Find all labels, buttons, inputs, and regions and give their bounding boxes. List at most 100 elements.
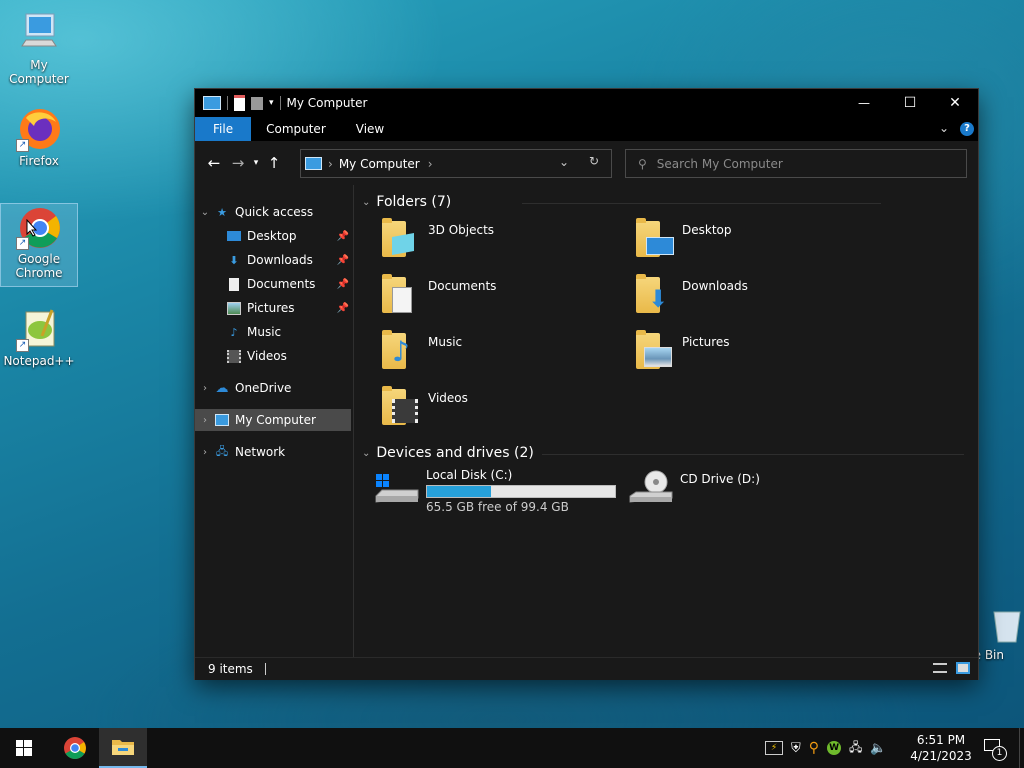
back-button[interactable]: ← [202,154,226,172]
pin-icon[interactable]: 📌 [337,303,349,314]
nav-videos[interactable]: Videos [195,345,351,367]
minimize-icon: — [858,96,870,110]
nav-desktop[interactable]: Desktop 📌 [195,225,351,247]
expand-chevron-icon[interactable]: › [195,383,215,394]
folder-videos-icon [378,385,422,429]
desktop-icon-notepad-plus-plus[interactable]: ↗ Notepad++ [1,306,77,368]
group-header-label: Devices and drives (2) [376,445,534,461]
expand-ribbon-chevron-icon[interactable]: ⌄ [939,121,949,135]
tray-app-w-icon[interactable]: W [827,741,842,755]
nav-item-label: Desktop [247,229,297,243]
nav-documents[interactable]: Documents 📌 [195,273,351,295]
maximize-icon: ☐ [903,95,917,111]
help-button[interactable]: ? [960,122,974,136]
tray-search-icon[interactable]: ⚲ [809,740,819,756]
folder-desktop[interactable]: Desktop [632,217,872,267]
nav-item-label: Pictures [247,301,295,315]
folder-name: Downloads [682,279,748,293]
tab-file[interactable]: File [195,117,252,141]
navigation-bar: ← → ▾ ↑ › My Computer › ⌄ ↻ ⚲ Search My … [195,141,978,185]
nav-item-label: My Computer [235,413,316,427]
address-bar[interactable]: › My Computer › ⌄ ↻ [300,149,612,178]
shortcut-arrow-icon: ↗ [16,339,29,352]
details-view-icon[interactable] [933,663,947,673]
nav-quick-access[interactable]: ⌄ ★ Quick access [195,201,351,223]
recent-locations-chevron-icon[interactable]: ▾ [250,158,262,168]
taskbar-file-explorer-button[interactable] [99,728,147,768]
toolbar-separator [279,96,281,110]
tab-computer[interactable]: Computer [251,117,341,141]
folder-videos[interactable]: Videos [378,385,618,435]
title-bar[interactable]: ▾ My Computer — ☐ ✕ [195,89,978,117]
computer-icon [16,10,62,56]
taskbar: ⚡ ⛨ ⚲ W 🖧 🔈 6:51 PM 4/21/2023 1 [0,728,1024,768]
pin-icon[interactable]: 📌 [337,255,349,266]
folder-3d-objects[interactable]: 3D Objects [378,217,618,267]
folder-pictures-icon [632,329,676,373]
action-center-button[interactable]: 1 [982,736,1008,761]
nav-item-label: Downloads [247,253,313,267]
up-button[interactable]: ↑ [262,154,286,172]
system-tray: ⚡ ⛨ ⚲ W 🖧 🔈 [765,728,887,768]
tray-security-shield-icon[interactable]: ⛨ [791,741,801,756]
group-header-folders[interactable]: ⌄ Folders (7) [362,194,882,210]
nav-my-computer[interactable]: › My Computer [195,409,351,431]
taskbar-chrome-button[interactable] [51,728,99,768]
content-pane: ⌄ Folders (7) 3D Objects Desktop Documen… [354,185,978,657]
tab-view[interactable]: View [341,117,399,141]
search-input[interactable]: Search My Computer [657,157,783,171]
expand-chevron-icon[interactable]: › [195,447,215,458]
clock-date: 4/21/2023 [910,749,972,763]
expand-chevron-icon[interactable]: ⌄ [195,207,215,218]
folder-downloads[interactable]: ⬇ Downloads [632,273,872,323]
star-icon: ★ [217,205,227,219]
recycle-bin-icon [990,604,1024,644]
start-button[interactable] [0,728,48,768]
refresh-icon[interactable]: ↻ [589,154,599,168]
drive-name: CD Drive (D:) [680,472,760,486]
picture-icon [227,301,241,315]
collapse-chevron-icon[interactable]: ⌄ [362,197,370,208]
download-arrow-icon: ⬇ [229,253,239,267]
nav-music[interactable]: ♪ Music [195,321,351,343]
close-button[interactable]: ✕ [932,89,978,117]
nav-pictures[interactable]: Pictures 📌 [195,297,351,319]
nav-onedrive[interactable]: › ☁ OneDrive [195,377,351,399]
desktop-icon-my-computer[interactable]: My Computer [1,10,77,86]
folder-music[interactable]: ♪ Music [378,329,618,379]
minimize-button[interactable]: — [841,89,887,117]
maximize-button[interactable]: ☐ [887,89,933,117]
desktop-icon-label: Notepad++ [3,354,75,368]
desktop-icon-google-chrome[interactable]: ↗ Google Chrome [0,203,78,287]
windows-logo-icon [16,740,32,756]
nav-downloads[interactable]: ⬇ Downloads 📌 [195,249,351,271]
group-header-devices[interactable]: ⌄ Devices and drives (2) [362,445,964,461]
tray-volume-icon[interactable]: 🔈 [870,741,886,756]
folder-documents[interactable]: Documents [378,273,618,323]
pin-icon[interactable]: 📌 [337,279,349,290]
drive-local-disk-c[interactable]: Local Disk (C:) 65.5 GB free of 99.4 GB [374,466,624,516]
breadcrumb-my-computer[interactable]: My Computer [339,157,420,171]
pin-icon[interactable]: 📌 [337,231,349,242]
drive-cd-d[interactable]: CD Drive (D:) [628,466,868,516]
show-desktop-button[interactable] [1019,728,1024,768]
search-box[interactable]: ⚲ Search My Computer [625,149,967,178]
taskbar-clock[interactable]: 6:51 PM 4/21/2023 [906,732,976,764]
cloud-icon: ☁ [215,380,229,396]
expand-chevron-icon[interactable]: › [195,415,215,426]
collapse-chevron-icon[interactable]: ⌄ [362,448,370,459]
customize-toolbar-chevron-icon[interactable]: ▾ [269,98,274,108]
folder-documents-icon [378,273,422,317]
tray-network-icon[interactable]: 🖧 [849,738,862,759]
tray-action-icon[interactable]: ⚡ [765,741,783,755]
desktop-icon-firefox[interactable]: ↗ Firefox [1,106,77,168]
new-folder-icon[interactable] [251,96,263,110]
nav-network[interactable]: › 🖧 Network [195,441,351,463]
folder-icon [112,740,134,755]
properties-icon[interactable] [234,95,245,111]
address-dropdown-chevron-icon[interactable]: ⌄ [559,155,569,169]
folder-pictures[interactable]: Pictures [632,329,872,379]
desktop-icon [227,229,241,243]
forward-button[interactable]: → [226,154,250,172]
large-icons-view-icon[interactable] [956,662,970,674]
